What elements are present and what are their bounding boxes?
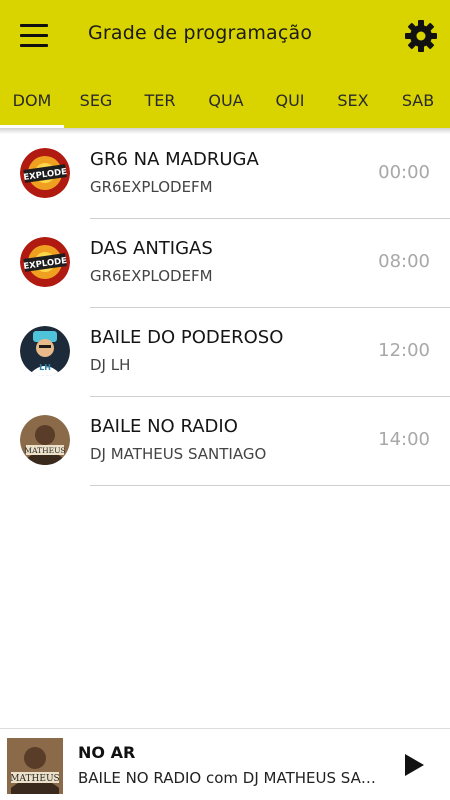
show-name: GR6 NA MADRUGA [90, 149, 259, 170]
show-avatar: EXPLODE [20, 148, 70, 198]
show-avatar: LH [20, 326, 70, 376]
tab-label: QUA [208, 91, 244, 110]
now-playing-thumbnail: MATHEUS [7, 738, 63, 794]
tab-label: SAB [401, 91, 435, 110]
show-host: DJ MATHEUS SANTIAGO [90, 445, 267, 463]
show-name: BAILE NO RADIO [90, 416, 238, 437]
thumbnail-logo-text: MATHEUS [10, 774, 59, 784]
show-avatar: MATHEUS [20, 415, 70, 465]
show-time: 00:00 [378, 162, 430, 183]
show-host: GR6EXPLODEFM [90, 178, 213, 196]
list-item[interactable]: EXPLODE GR6 NA MADRUGA GR6EXPLODEFM 00:0… [0, 130, 450, 219]
tab-qua[interactable]: QUA [192, 76, 260, 128]
tab-dom[interactable]: DOM [0, 76, 64, 128]
tab-ter[interactable]: TER [128, 76, 192, 128]
show-time: 08:00 [378, 251, 430, 272]
now-playing-label: NO AR [78, 743, 136, 762]
page-title: Grade de programação [88, 22, 313, 44]
tab-label: TER [144, 91, 176, 110]
tab-sex[interactable]: SEX [320, 76, 386, 128]
show-time: 12:00 [378, 340, 430, 361]
divider [90, 485, 450, 486]
show-name: DAS ANTIGAS [90, 238, 213, 259]
avatar-logo-text: LH [39, 363, 51, 372]
list-item[interactable]: EXPLODE DAS ANTIGAS GR6EXPLODEFM 08:00 [0, 219, 450, 308]
tab-sab[interactable]: SAB [386, 76, 450, 128]
show-name: BAILE DO PODEROSO [90, 327, 284, 348]
tab-label: SEG [79, 91, 113, 110]
show-host: DJ LH [90, 356, 131, 374]
tab-qui[interactable]: QUI [260, 76, 320, 128]
day-tabs: DOM SEG TER QUA QUI SEX SAB [0, 76, 450, 128]
tab-label: QUI [275, 91, 305, 110]
play-icon[interactable] [400, 751, 428, 779]
tab-label: DOM [12, 91, 52, 110]
now-playing-track: BAILE NO RADIO com DJ MATHEUS SANTIAGO [78, 769, 380, 787]
schedule-list: EXPLODE GR6 NA MADRUGA GR6EXPLODEFM 00:0… [0, 130, 450, 486]
show-time: 14:00 [378, 429, 430, 450]
show-host: GR6EXPLODEFM [90, 267, 213, 285]
gear-icon[interactable] [403, 18, 439, 54]
tab-seg[interactable]: SEG [64, 76, 128, 128]
app-bar: Grade de programação DOM SEG TER QUA QUI… [0, 0, 450, 128]
tab-label: SEX [337, 91, 369, 110]
avatar-logo-text: MATHEUS [24, 446, 65, 455]
now-playing-bar[interactable]: MATHEUS NO AR BAILE NO RADIO com DJ MATH… [0, 728, 450, 800]
list-item[interactable]: MATHEUS BAILE NO RADIO DJ MATHEUS SANTIA… [0, 397, 450, 486]
hamburger-menu-icon[interactable] [20, 24, 50, 48]
show-avatar: EXPLODE [20, 237, 70, 287]
list-item[interactable]: LH BAILE DO PODEROSO DJ LH 12:00 [0, 308, 450, 397]
